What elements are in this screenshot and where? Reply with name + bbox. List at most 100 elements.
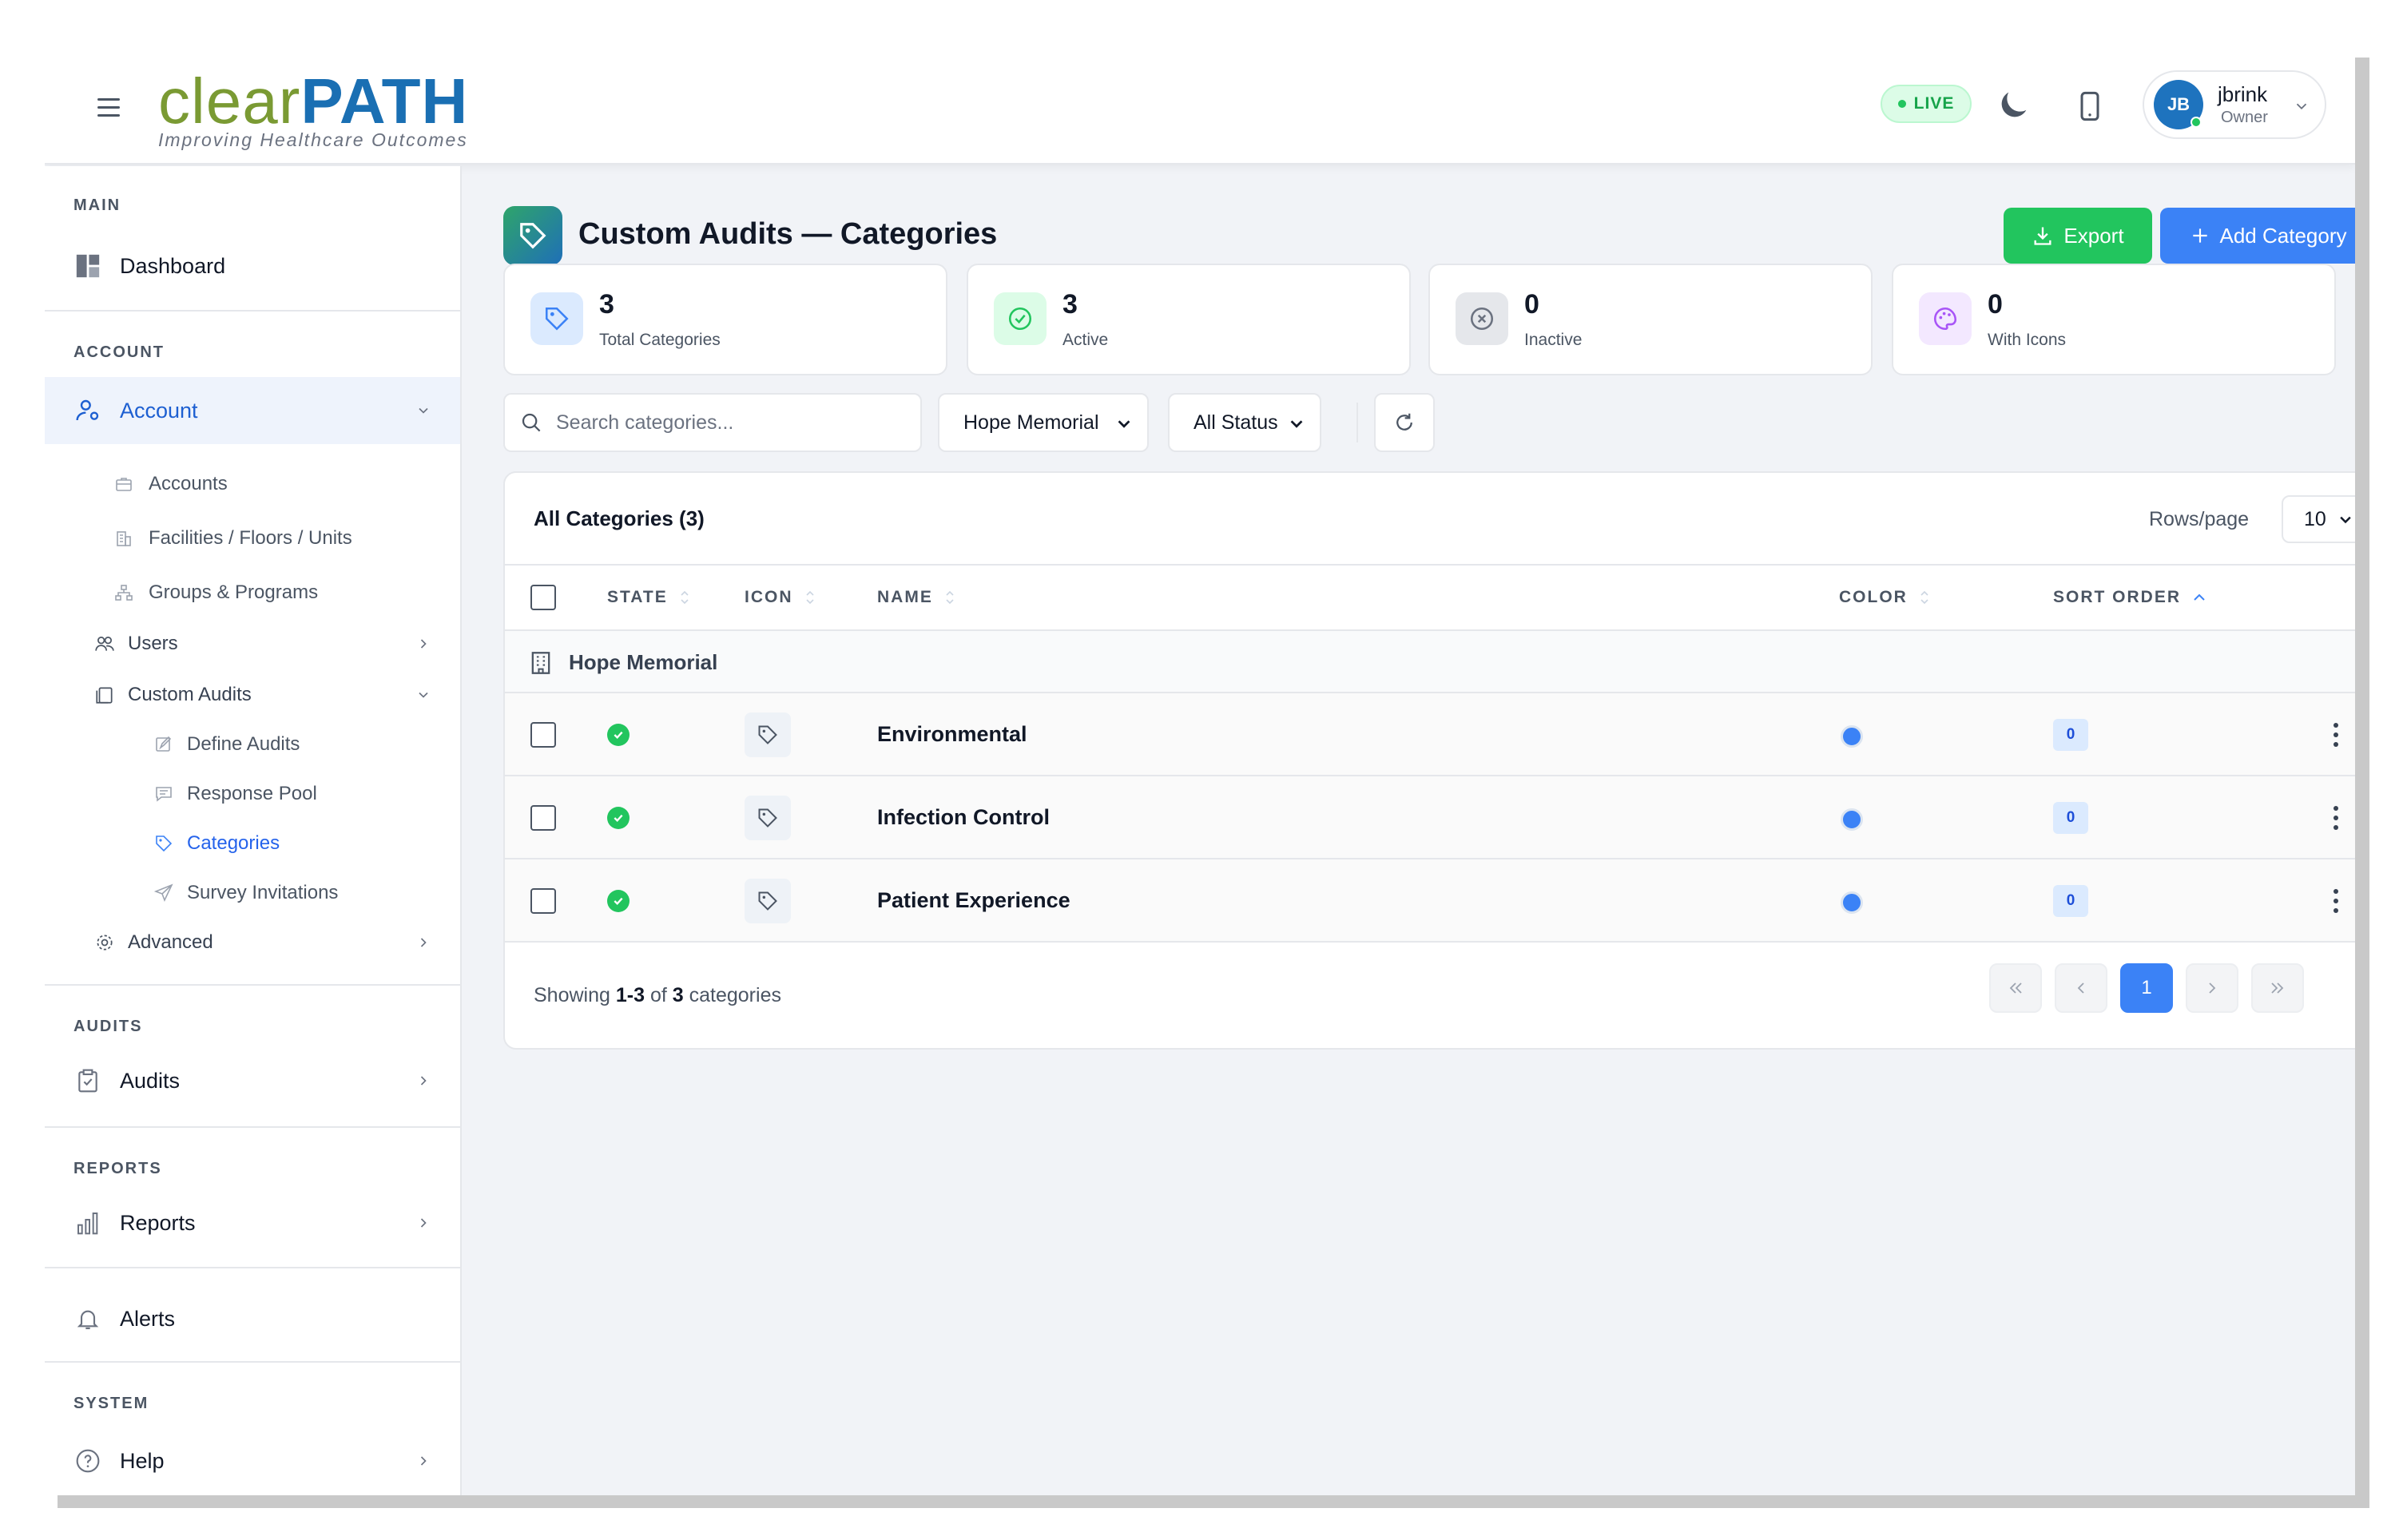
refresh-button[interactable] bbox=[1374, 393, 1435, 452]
stat-value: 3 bbox=[599, 289, 614, 320]
sidebar-divider bbox=[45, 1126, 460, 1128]
sidebar-item-label: Accounts bbox=[149, 473, 228, 494]
edit-icon bbox=[153, 735, 174, 754]
chevron-right-icon bbox=[420, 938, 427, 947]
table-header: STATE ICON NAME COLOR SORT ORDER bbox=[505, 564, 2355, 631]
sidebar-item-define-audits[interactable]: Define Audits bbox=[45, 722, 460, 767]
stat-label: Total Categories bbox=[599, 331, 721, 349]
question-circle-icon bbox=[73, 1447, 102, 1475]
row-checkbox[interactable] bbox=[530, 805, 556, 831]
column-header-color[interactable]: COLOR bbox=[1839, 588, 1930, 607]
copy-icon bbox=[94, 685, 115, 705]
main-content: Custom Audits — Categories Export Add Ca… bbox=[463, 166, 2355, 1495]
add-category-label: Add Category bbox=[2219, 223, 2347, 248]
stat-value: 3 bbox=[1062, 289, 1078, 320]
bar-chart-icon bbox=[73, 1209, 102, 1237]
table-row[interactable]: Environmental 0 bbox=[505, 693, 2355, 776]
column-label: COLOR bbox=[1839, 588, 1908, 606]
prev-page-button[interactable] bbox=[2055, 963, 2107, 1013]
sidebar-item-help[interactable]: Help bbox=[45, 1433, 460, 1489]
clipboard-check-icon bbox=[73, 1066, 102, 1095]
sidebar-item-label: Define Audits bbox=[187, 733, 300, 755]
sidebar-item-label: Categories bbox=[187, 832, 280, 854]
sidebar-item-categories[interactable]: Categories bbox=[45, 821, 460, 866]
sidebar: MAIN Dashboard ACCOUNT Account Accounts … bbox=[45, 166, 462, 1495]
sidebar-item-audits[interactable]: Audits bbox=[45, 1053, 460, 1109]
live-label: LIVE bbox=[1913, 94, 1955, 113]
sidebar-item-users[interactable]: Users bbox=[45, 621, 460, 666]
table-row[interactable]: Infection Control 0 bbox=[505, 776, 2355, 859]
search-box[interactable] bbox=[503, 393, 922, 452]
more-actions-icon[interactable] bbox=[2326, 883, 2345, 919]
column-label: NAME bbox=[877, 588, 933, 606]
sort-icon bbox=[681, 590, 689, 605]
column-header-icon[interactable]: ICON bbox=[745, 588, 816, 607]
column-header-state[interactable]: STATE bbox=[607, 588, 690, 607]
add-category-button[interactable]: Add Category bbox=[2160, 208, 2355, 264]
more-actions-icon[interactable] bbox=[2326, 800, 2345, 835]
tag-icon bbox=[745, 796, 791, 840]
stat-label: With Icons bbox=[1988, 331, 2067, 349]
sidebar-item-label: Groups & Programs bbox=[149, 581, 319, 603]
user-menu[interactable]: JB jbrink Owner bbox=[2143, 70, 2326, 139]
chevron-down-icon bbox=[2340, 516, 2351, 524]
gear-icon bbox=[94, 932, 115, 953]
sidebar-item-account[interactable]: Account bbox=[45, 377, 460, 444]
group-row: Hope Memorial bbox=[505, 631, 2355, 693]
summary-total: 3 bbox=[672, 984, 684, 1006]
export-button[interactable]: Export bbox=[2004, 208, 2152, 264]
last-page-button[interactable] bbox=[2251, 963, 2304, 1013]
sidebar-item-accounts[interactable]: Accounts bbox=[45, 462, 460, 506]
rows-per-page-select[interactable]: 10 bbox=[2282, 495, 2355, 543]
chevron-up-icon bbox=[2194, 593, 2205, 601]
sort-order-badge: 0 bbox=[2053, 802, 2088, 834]
stat-card-total: 3 Total Categories bbox=[503, 264, 947, 375]
page-button-1[interactable]: 1 bbox=[2120, 963, 2173, 1013]
table-title: All Categories (3) bbox=[534, 506, 705, 530]
moon-icon[interactable] bbox=[1996, 86, 2032, 123]
sidebar-section-reports: REPORTS bbox=[73, 1160, 162, 1177]
select-all-checkbox[interactable] bbox=[530, 585, 556, 610]
logo-tagline: Improving Healthcare Outcomes bbox=[158, 129, 468, 150]
search-icon bbox=[522, 413, 541, 432]
sidebar-item-facilities[interactable]: Facilities / Floors / Units bbox=[45, 516, 460, 561]
sidebar-item-alerts[interactable]: Alerts bbox=[45, 1291, 460, 1347]
bell-icon bbox=[73, 1304, 102, 1333]
chevron-right-icon bbox=[2209, 982, 2216, 994]
facility-select[interactable]: Hope Memorial bbox=[938, 393, 1149, 452]
menu-toggle-icon[interactable] bbox=[97, 91, 129, 123]
chevrons-left-icon bbox=[2009, 982, 2022, 994]
search-input[interactable] bbox=[556, 411, 908, 435]
sidebar-item-advanced[interactable]: Advanced bbox=[45, 920, 460, 965]
logo-clear-text: clear bbox=[158, 65, 301, 137]
sidebar-item-survey-invitations[interactable]: Survey Invitations bbox=[45, 871, 460, 915]
column-header-name[interactable]: NAME bbox=[877, 588, 955, 607]
sidebar-item-dashboard[interactable]: Dashboard bbox=[45, 238, 460, 294]
table-row[interactable]: Patient Experience 0 bbox=[505, 859, 2355, 943]
building-icon bbox=[531, 652, 550, 674]
top-header: clearPATH Improving Healthcare Outcomes … bbox=[45, 58, 2355, 165]
summary-suffix: categories bbox=[689, 984, 781, 1006]
sidebar-item-label: Reports bbox=[120, 1210, 196, 1235]
first-page-button[interactable] bbox=[1989, 963, 2042, 1013]
online-status-dot bbox=[2191, 117, 2202, 128]
status-select-value: All Status bbox=[1194, 411, 1278, 434]
clearpath-logo[interactable]: clearPATH Improving Healthcare Outcomes bbox=[158, 69, 518, 151]
column-header-sort-order[interactable]: SORT ORDER bbox=[2053, 588, 2206, 607]
sidebar-item-custom-audits[interactable]: Custom Audits bbox=[45, 673, 460, 717]
dashboard-icon bbox=[73, 252, 102, 280]
live-dot-icon bbox=[1897, 100, 1906, 108]
mobile-phone-icon[interactable] bbox=[2074, 88, 2106, 125]
logo-path-text: PATH bbox=[300, 65, 469, 137]
sidebar-section-audits: AUDITS bbox=[73, 1018, 143, 1035]
sidebar-item-reports[interactable]: Reports bbox=[45, 1195, 460, 1251]
row-checkbox[interactable] bbox=[530, 888, 556, 914]
more-actions-icon[interactable] bbox=[2326, 717, 2345, 752]
sidebar-item-groups[interactable]: Groups & Programs bbox=[45, 570, 460, 615]
row-checkbox[interactable] bbox=[530, 722, 556, 748]
check-circle-icon bbox=[607, 724, 630, 746]
next-page-button[interactable] bbox=[2186, 963, 2238, 1013]
sort-icon bbox=[946, 590, 954, 605]
status-select[interactable]: All Status bbox=[1168, 393, 1321, 452]
sidebar-item-response-pool[interactable]: Response Pool bbox=[45, 772, 460, 816]
